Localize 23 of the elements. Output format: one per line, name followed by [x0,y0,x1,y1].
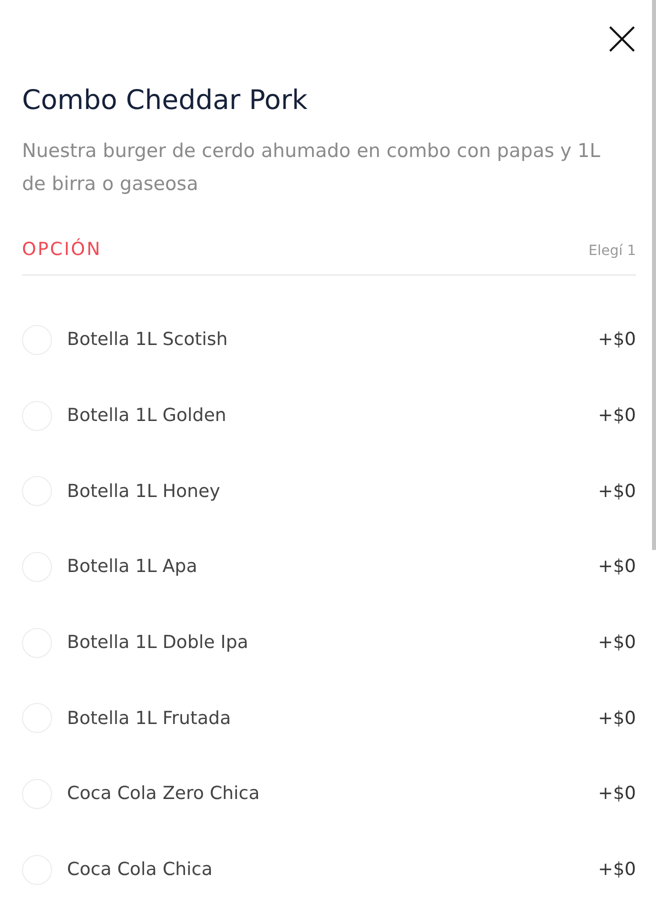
option-price: +$0 [598,405,636,426]
close-button[interactable] [608,25,636,53]
option-label: Coca Cola Chica [67,859,214,880]
option-label: Botella 1L Honey [67,480,222,502]
option-price: +$0 [598,556,636,578]
option-price: +$0 [598,632,636,654]
choice-hint: Elegí 1 [588,243,636,259]
option-price: +$0 [598,329,636,350]
option-price: +$0 [598,708,636,729]
option-label: Botella 1L Golden [67,405,228,426]
close-icon [609,26,635,52]
option-price: +$0 [598,783,636,804]
option-label: Botella 1L Apa [67,556,198,578]
option-price: +$0 [598,859,636,880]
product-title: Combo Cheddar Pork [22,84,309,118]
option-label: Botella 1L Scotish [67,329,229,350]
product-description: Nuestra burger de cerdo ahumado en combo con papas y 1L de birra o gaseosa [22,139,602,197]
section-label: OPCIÓN [22,239,102,260]
option-price: +$0 [598,480,636,502]
scrollbar-thumb[interactable] [652,0,656,550]
option-label: Coca Cola Zero Chica [67,783,261,804]
option-label: Botella 1L Doble Ipa [67,632,250,654]
option-label: Botella 1L Frutada [67,708,232,729]
